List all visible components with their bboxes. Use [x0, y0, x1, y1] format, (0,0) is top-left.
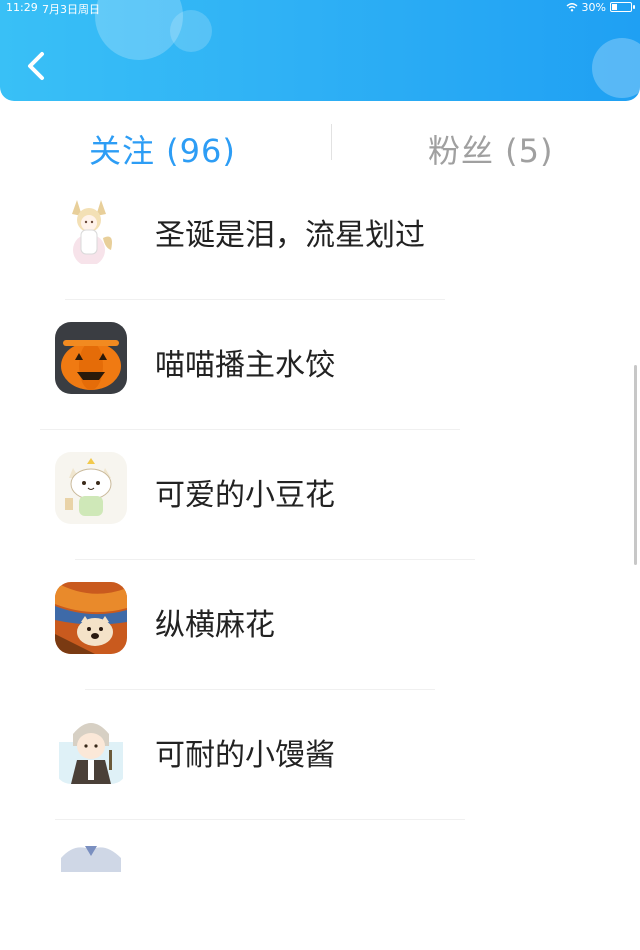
- list-item[interactable]: [0, 820, 640, 950]
- list-item[interactable]: 喵喵播主水饺: [0, 300, 640, 430]
- battery-icon: [610, 2, 635, 12]
- user-name: 喵喵播主水饺: [155, 348, 335, 383]
- status-date: 7月3日周日: [42, 3, 100, 16]
- list-item[interactable]: 可爱的小豆花: [0, 430, 640, 560]
- status-time: 11:29: [6, 1, 38, 14]
- back-button[interactable]: [20, 46, 52, 86]
- tab-following[interactable]: 关注 (96): [89, 126, 236, 172]
- tab-divider: [331, 124, 332, 160]
- tab-bar: 关注 (96) 粉丝 (5): [0, 104, 640, 170]
- decorative-bubble: [170, 10, 212, 52]
- painting-cat-avatar: [55, 582, 127, 654]
- cat-avatar: [55, 452, 127, 524]
- pumpkin-avatar: [55, 322, 127, 394]
- boy-avatar: [55, 712, 127, 784]
- list-item[interactable]: 可耐的小馒酱: [0, 690, 640, 820]
- decorative-bubble: [592, 38, 640, 98]
- fox-girl-avatar: [55, 192, 127, 264]
- wifi-icon: [566, 3, 578, 12]
- list-item[interactable]: 纵横麻花: [0, 560, 640, 690]
- user-name: 可耐的小馒酱: [155, 738, 335, 773]
- user-name: 圣诞是泪，流星划过: [155, 218, 425, 253]
- user-name: 纵横麻花: [155, 608, 275, 643]
- tab-fans[interactable]: 粉丝 (5): [428, 126, 554, 172]
- user-name: 可爱的小豆花: [155, 478, 335, 513]
- scrollbar[interactable]: [634, 365, 637, 565]
- header-bar: 11:29 7月3日周日 30%: [0, 0, 640, 101]
- status-indicators: 30%: [566, 0, 635, 14]
- battery-percent: 30%: [581, 0, 606, 14]
- list-item[interactable]: 圣诞是泪，流星划过: [0, 170, 640, 300]
